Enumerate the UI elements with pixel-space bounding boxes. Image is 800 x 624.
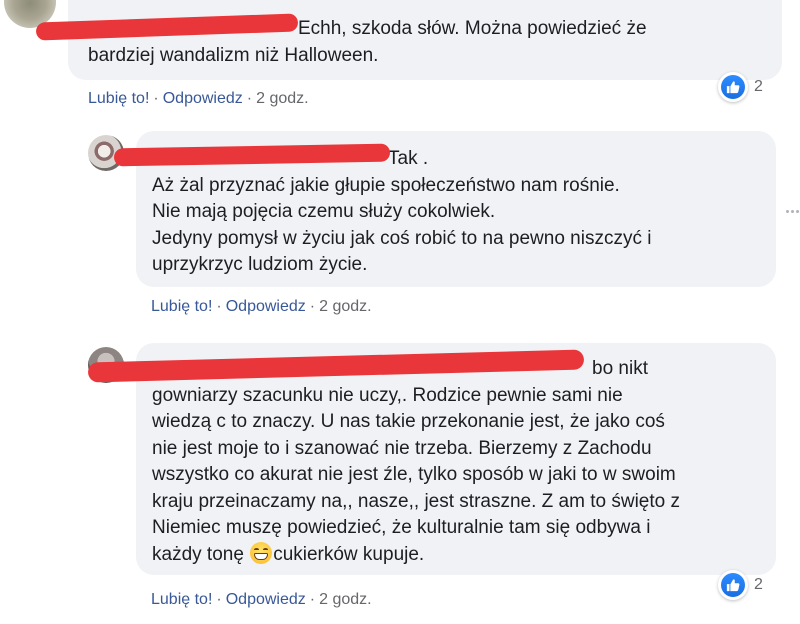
timestamp[interactable]: 2 godz.	[319, 591, 371, 608]
reply-link[interactable]: Odpowiedz	[226, 298, 306, 315]
reaction-count: 2	[754, 576, 763, 593]
comment-first-line: Tak .	[388, 148, 429, 169]
comment-body: Tak . Aż żal przyznać jakie głupie społe…	[152, 146, 651, 279]
comment-line: Nie mają pojęcia czemu służy cokolwiek.	[152, 201, 496, 222]
comment-line: bardziej wandalizm niż Halloween.	[88, 44, 379, 66]
separator: ·	[309, 591, 316, 608]
comment-line: uprzykrzyc ludziom życie.	[152, 254, 368, 275]
comment-text-fragment: cukierków kupuje.	[273, 543, 425, 565]
comment-line: nie jest moje to i szanować nie trzeba. …	[152, 437, 652, 459]
comment-first-line: Echh, szkoda słów. Można powiedzieć że	[298, 18, 647, 39]
comment-body: bo nikt gowniarzy szacunku nie uczy,. Ro…	[152, 356, 680, 568]
comment-line: wiedzą c to znaczy. U nas takie przekona…	[152, 411, 665, 432]
reply-link[interactable]: Odpowiedz	[226, 591, 306, 608]
reply-link[interactable]: Odpowiedz	[163, 90, 243, 107]
comment-line-last: każdy tonę cukierków kupuje.	[152, 541, 680, 569]
comment-actions: Lubię to! · Odpowiedz · 2 godz.	[151, 298, 372, 316]
separator: ·	[153, 90, 159, 107]
comment-text-fragment: każdy tonę	[152, 543, 244, 565]
like-link[interactable]: Lubię to!	[151, 591, 212, 608]
comment-actions: Lubię to! · Odpowiedz · 2 godz.	[88, 90, 309, 108]
comment-first-line: bo nikt	[592, 358, 648, 379]
more-options-icon[interactable]	[786, 210, 800, 216]
timestamp[interactable]: 2 godz.	[256, 90, 308, 107]
comment-line: gowniarzy szacunku nie uczy,. Rodzice pe…	[152, 384, 623, 406]
reaction-count: 2	[754, 78, 763, 95]
separator: ·	[216, 591, 222, 608]
comment-line: wszystko co akurat nie jest źle, tylko s…	[152, 464, 676, 485]
reaction-summary[interactable]: 2	[718, 570, 763, 600]
reaction-summary[interactable]: 2	[718, 72, 763, 102]
separator: ·	[309, 298, 316, 315]
comment-line: Niemiec muszę powiedzieć, że kulturalnie…	[152, 517, 651, 538]
like-icon	[718, 570, 748, 600]
like-icon	[718, 72, 748, 102]
grinning-face-emoji	[250, 541, 273, 564]
comment-line: Aż żal przyznać jakie głupie społeczeńst…	[152, 174, 620, 196]
comment-actions: Lubię to! · Odpowiedz · 2 godz.	[151, 591, 372, 609]
timestamp[interactable]: 2 godz.	[319, 298, 371, 315]
comment-line: kraju przeinaczamy na,, nasze,, jest str…	[152, 490, 680, 512]
separator: ·	[216, 298, 222, 315]
separator: ·	[246, 90, 253, 107]
comment-line: Jedyny pomysł w życiu jak coś robić to n…	[152, 227, 652, 249]
like-link[interactable]: Lubię to!	[88, 90, 149, 107]
like-link[interactable]: Lubię to!	[151, 298, 212, 315]
